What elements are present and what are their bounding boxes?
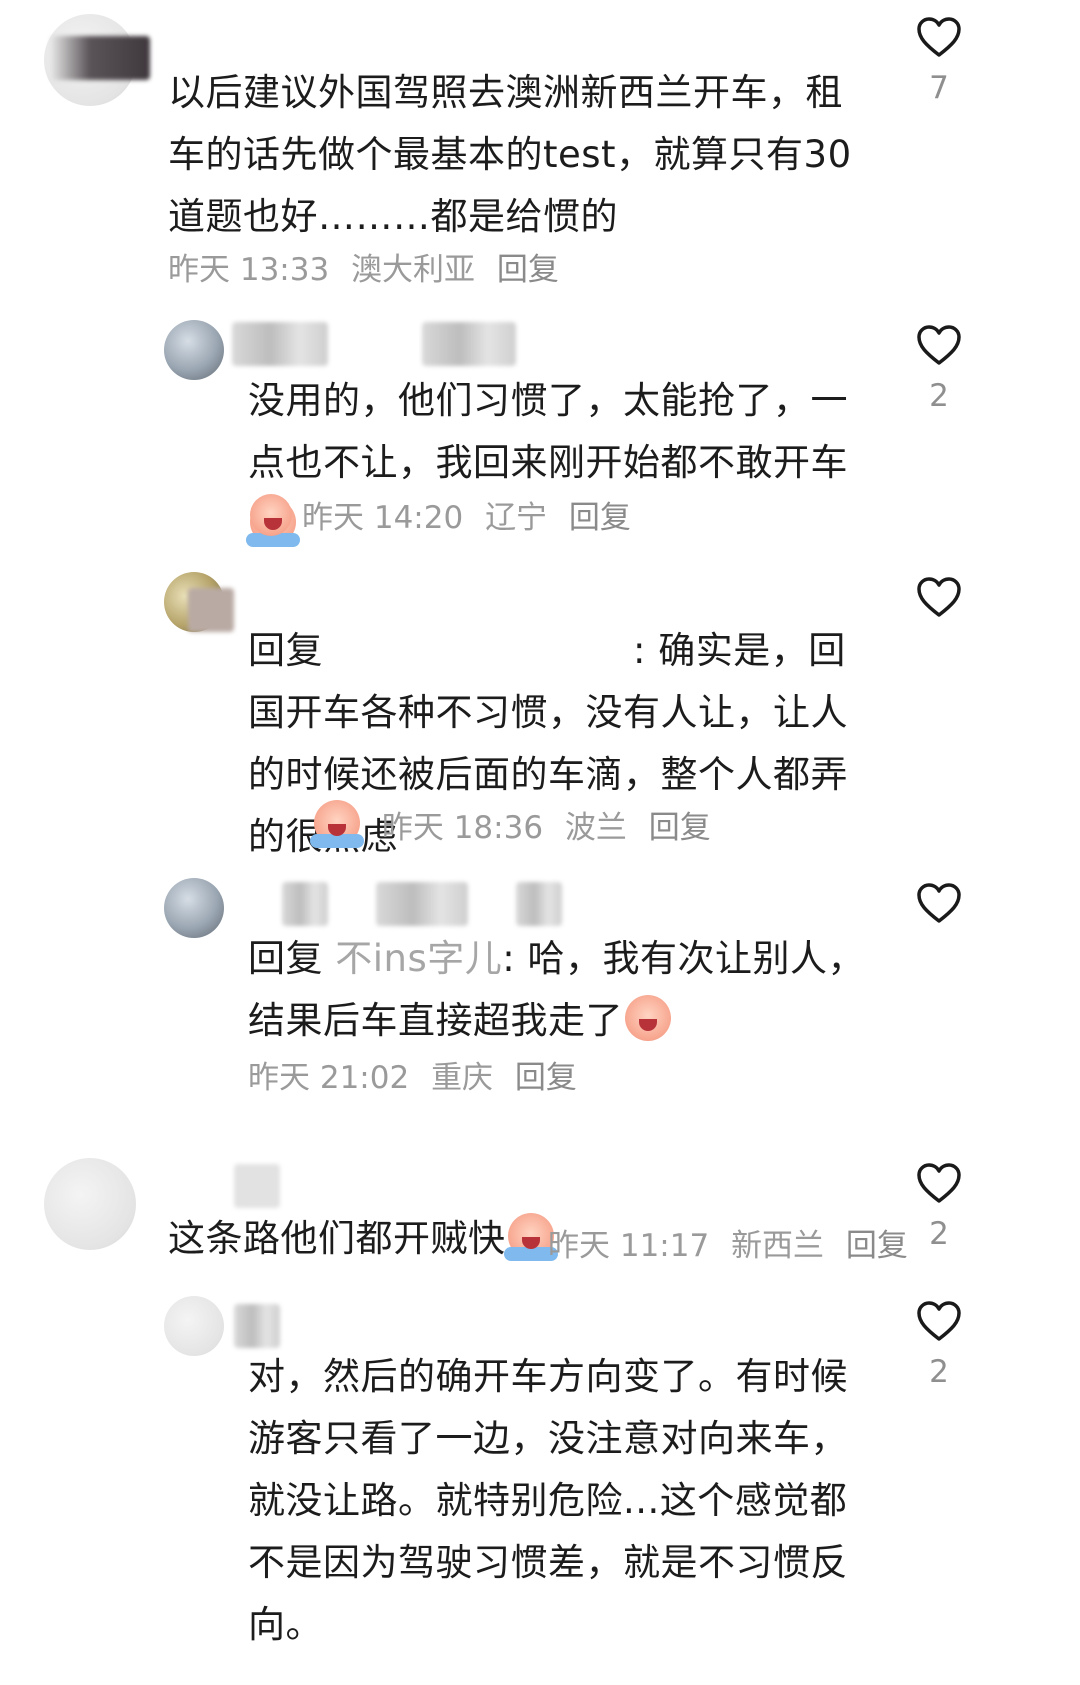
heart-outline-icon: [917, 1163, 961, 1203]
comment-body: 没用的，他们习惯了，太能抢了，一点也不让，我回来刚开始都不敢开车: [248, 379, 848, 484]
crying-emoji-icon: [625, 995, 671, 1041]
username-blurred[interactable]: [188, 588, 234, 632]
avatar[interactable]: [164, 878, 224, 938]
username-blurred[interactable]: [282, 882, 328, 926]
reply-button[interactable]: 回复: [846, 1228, 908, 1264]
comment-meta: 昨天 14:20 辽宁 回复: [248, 492, 643, 537]
reply-button[interactable]: 回复: [515, 1060, 577, 1096]
comment-location: 澳大利亚: [351, 252, 476, 288]
comment-time: 昨天 18:36: [381, 810, 544, 846]
avatar[interactable]: [44, 1158, 136, 1250]
like-count: 2: [929, 1354, 949, 1390]
username-blurred[interactable]: [50, 36, 150, 80]
heart-outline-icon: [917, 1301, 961, 1341]
username-blurred[interactable]: [516, 882, 562, 926]
comment-text: 回复 不ins字儿: 哈，我有次让别人，结果后车直接超我走了: [248, 928, 873, 1052]
username-blurred[interactable]: [234, 1164, 280, 1208]
crying-emoji-icon: [503, 1213, 558, 1261]
like-count: 2: [929, 1216, 949, 1252]
username-blurred[interactable]: [422, 322, 516, 366]
like-button[interactable]: 2: [915, 1300, 963, 1390]
reply-target-name[interactable]: 不ins字儿: [335, 937, 502, 980]
comment-location: 新西兰: [731, 1228, 825, 1264]
comment-text: 这条路他们都开贼快: [168, 1208, 558, 1270]
reply-button[interactable]: 回复: [569, 500, 631, 536]
comment-time: 昨天 14:20: [302, 500, 464, 536]
crying-emoji-icon: [310, 800, 364, 848]
avatar[interactable]: [164, 320, 224, 380]
comment-meta: 昨天 11:17 新西兰 回复: [548, 1220, 920, 1265]
reply-prefix: 回复: [248, 937, 323, 980]
comment-text: 对，然后的确开车方向变了。有时候游客只看了一边，没注意对向来车，就没让路。就特别…: [248, 1355, 848, 1646]
heart-outline-icon: [917, 883, 961, 923]
like-button[interactable]: 7: [915, 16, 963, 106]
username-blurred[interactable]: [234, 1304, 280, 1348]
comment-meta: 昨天 13:33 澳大利亚 回复: [168, 244, 571, 289]
heart-outline-icon: [917, 577, 961, 617]
avatar[interactable]: [164, 1296, 224, 1356]
comment-location: 辽宁: [485, 500, 548, 536]
heart-outline-icon: [917, 17, 961, 57]
username-blurred[interactable]: [232, 322, 328, 366]
reply-button[interactable]: 回复: [497, 252, 559, 288]
crying-emoji-icon: [250, 494, 292, 536]
comment-location: 波兰: [564, 810, 627, 846]
like-button[interactable]: 2: [915, 1162, 963, 1252]
comment-location: 重庆: [431, 1060, 494, 1096]
heart-outline-icon: [917, 325, 961, 365]
reply-prefix: 回复: [248, 629, 323, 672]
username-blurred[interactable]: [376, 882, 468, 926]
comment-time: 昨天 11:17: [548, 1228, 710, 1264]
comment-meta: 昨天 18:36 波兰 回复: [310, 800, 723, 848]
comment-body: 这条路他们都开贼快: [168, 1217, 506, 1260]
comment-time: 昨天 21:02: [248, 1060, 410, 1096]
like-count: 7: [929, 70, 949, 106]
comment-meta: 昨天 21:02 重庆 回复: [248, 1052, 589, 1097]
like-button[interactable]: 2: [915, 324, 963, 414]
reply-button[interactable]: 回复: [649, 810, 711, 846]
comment-text: 以后建议外国驾照去澳洲新西兰开车，租车的话先做个最基本的test，就算只有30道…: [168, 71, 852, 238]
like-button[interactable]: [915, 576, 963, 618]
comment-time: 昨天 13:33: [168, 252, 330, 288]
like-button[interactable]: [915, 882, 963, 924]
like-count: 2: [929, 378, 949, 414]
